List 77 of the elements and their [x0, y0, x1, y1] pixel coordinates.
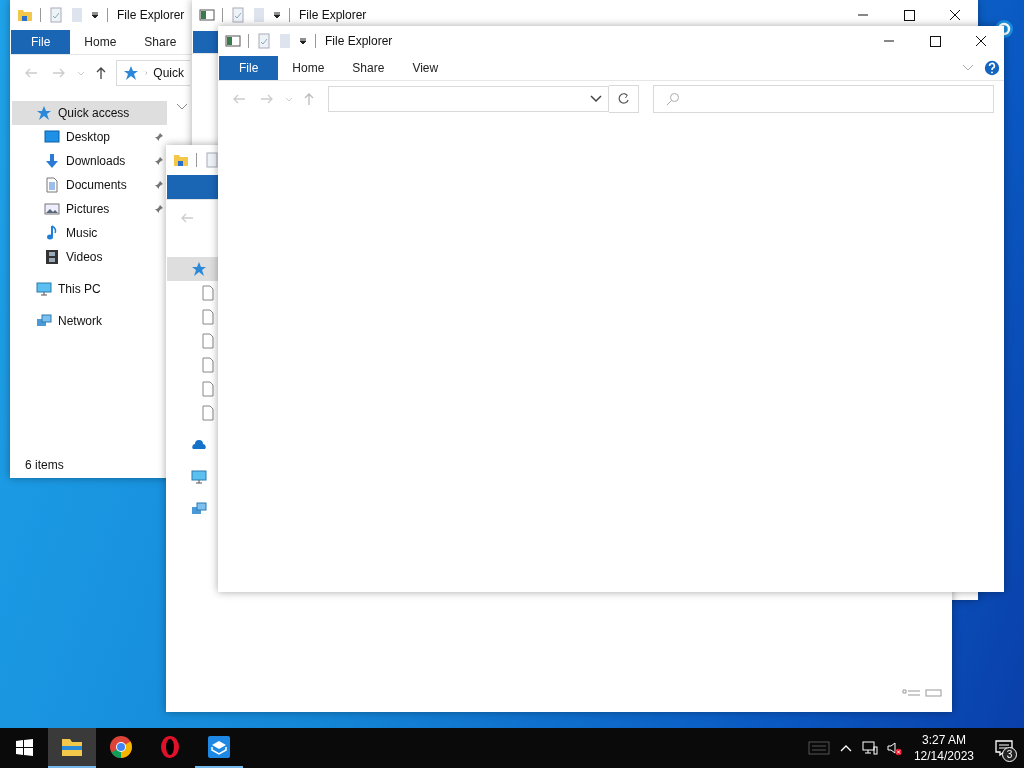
file-icon	[200, 309, 216, 325]
browser-icon	[109, 735, 133, 759]
customize-dropdown-icon[interactable]	[90, 10, 100, 20]
file-icon	[200, 357, 216, 373]
nav-item[interactable]: This PC	[12, 277, 167, 301]
computer-icon	[36, 281, 52, 297]
nav-item[interactable]: Desktop	[12, 125, 167, 149]
chevron-icon[interactable]	[590, 95, 602, 103]
large-icons-view-icon[interactable]	[924, 688, 944, 698]
network-icon	[36, 313, 52, 329]
ring-icon	[158, 735, 182, 759]
file-icon	[200, 381, 216, 397]
back-arrow-icon[interactable]	[24, 66, 38, 80]
details-view-icon[interactable]	[902, 688, 922, 698]
refresh-button[interactable]	[609, 85, 639, 113]
keyboard-icon[interactable]	[807, 741, 830, 755]
file-icon	[200, 285, 216, 301]
ribbon-tab[interactable]: View	[398, 56, 453, 80]
ribbon-tab[interactable]: Share	[130, 30, 191, 54]
window-icon	[225, 33, 241, 49]
nav-item[interactable]: Documents	[12, 173, 167, 197]
customize-dropdown-icon[interactable]	[272, 10, 282, 20]
picture-icon	[44, 201, 60, 217]
search-field[interactable]	[653, 85, 994, 113]
customize-dropdown-icon[interactable]	[298, 36, 308, 46]
ribbon-tab[interactable]: Share	[338, 56, 399, 80]
nav-item[interactable]: Pictures	[12, 197, 167, 221]
star-icon	[36, 105, 52, 121]
back-arrow-icon[interactable]	[232, 92, 246, 106]
ribbon-tab[interactable]	[167, 175, 219, 199]
nav-item[interactable]	[167, 257, 218, 281]
document-icon	[44, 177, 60, 193]
window-icon	[199, 7, 215, 23]
ribbon-tab[interactable]: Home	[278, 56, 339, 80]
address-text: Quick	[153, 66, 184, 80]
message-icon	[994, 738, 1014, 758]
clock-date[interactable]: 12/14/2023	[913, 748, 974, 764]
breadcrumb-chevron-icon[interactable]	[145, 68, 148, 78]
help-icon[interactable]	[984, 60, 1000, 76]
back-arrow-icon[interactable]	[180, 211, 194, 225]
nav-item[interactable]: Quick access	[12, 101, 167, 125]
clock-time[interactable]: 3:27 AM	[921, 732, 966, 748]
network-icon	[191, 501, 207, 517]
folder-icon	[173, 152, 189, 168]
notification-count: 3	[1002, 747, 1017, 762]
forward-arrow-icon[interactable]	[52, 66, 66, 80]
expand-ribbon-icon[interactable]	[962, 64, 974, 72]
film-icon	[44, 249, 60, 265]
forward-arrow-icon[interactable]	[260, 92, 274, 106]
ribbon-tab[interactable]: File	[11, 30, 71, 54]
nav-item[interactable]: Music	[12, 221, 167, 245]
window-title: File Explorer	[298, 8, 367, 22]
ribbon-tab[interactable]: Home	[70, 30, 131, 54]
status-text: 6 items	[25, 458, 64, 472]
ribbon-tab[interactable]	[193, 31, 218, 53]
down-arrow-icon	[44, 153, 60, 169]
window-title: File Explorer	[324, 34, 393, 48]
computer-icon	[191, 469, 207, 485]
folder-icon	[17, 7, 33, 23]
star-icon	[191, 261, 207, 277]
address-bar[interactable]: Quick	[116, 60, 190, 86]
search-icon	[666, 92, 680, 106]
file-icon	[200, 405, 216, 421]
up-arrow-icon[interactable]	[94, 66, 108, 80]
ribbon-tab[interactable]: File	[219, 56, 279, 80]
box-icon	[207, 735, 231, 759]
network-icon[interactable]	[861, 740, 878, 756]
taskbar-app-button[interactable]	[48, 728, 96, 768]
nav-item[interactable]: Network	[12, 309, 167, 333]
file-icon	[200, 333, 216, 349]
volume-icon[interactable]	[885, 740, 902, 756]
star-icon	[123, 65, 139, 81]
notification-button[interactable]: 3	[984, 728, 1024, 768]
nav-item[interactable]: Downloads	[12, 149, 167, 173]
desktop-icon	[44, 129, 60, 145]
window-title: File Explorer	[116, 8, 185, 22]
nav-item[interactable]: Videos	[12, 245, 167, 269]
